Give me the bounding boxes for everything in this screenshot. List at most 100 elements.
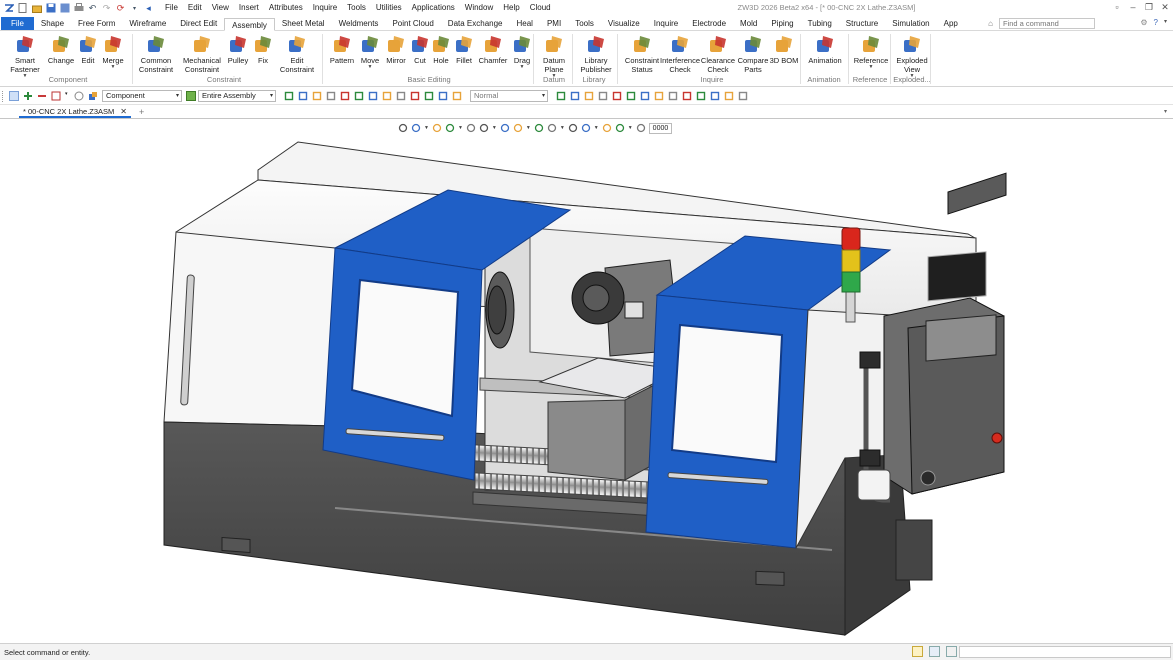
tab-inquire[interactable]: Inquire xyxy=(647,17,685,30)
datum-plane-button[interactable]: Datum Plane ▼ xyxy=(540,34,568,79)
tab-mold[interactable]: Mold xyxy=(733,17,764,30)
menu-edit[interactable]: Edit xyxy=(183,0,207,16)
mirror-button[interactable]: Mirror xyxy=(383,34,409,65)
select-all-icon[interactable] xyxy=(74,91,84,101)
menu-insert[interactable]: Insert xyxy=(234,0,264,16)
menu-window[interactable]: Window xyxy=(460,0,498,16)
layout-icon[interactable] xyxy=(912,646,923,657)
undo-icon[interactable]: ↶ xyxy=(87,3,98,14)
tab-pmi[interactable]: PMI xyxy=(540,17,568,30)
eye-icon[interactable] xyxy=(724,91,734,101)
home-icon[interactable]: ⌂ xyxy=(988,19,993,28)
edit-constraint-button[interactable]: Edit Constraint xyxy=(277,34,317,74)
exploded-view-button[interactable]: Exploded View ▼ xyxy=(895,34,929,79)
chevron-down-icon[interactable]: ▼ xyxy=(526,125,531,131)
new-file-icon[interactable] xyxy=(17,3,28,14)
display-mode-icon[interactable] xyxy=(568,123,578,133)
clearance-check-button[interactable]: Clearance Check xyxy=(701,34,735,74)
fillet-button[interactable]: Fillet xyxy=(453,34,475,65)
menu-utilities[interactable]: Utilities xyxy=(371,0,407,16)
tab-heal[interactable]: Heal xyxy=(510,17,540,30)
chevron-down-icon[interactable]: ▼ xyxy=(594,125,599,131)
align-icon[interactable] xyxy=(312,91,322,101)
command-input[interactable] xyxy=(959,646,1171,658)
tab-data-exchange[interactable]: Data Exchange xyxy=(441,17,510,30)
chamfer-button[interactable]: Chamfer xyxy=(477,34,509,65)
chevron-down-icon[interactable]: ▼ xyxy=(368,65,373,70)
tab-file[interactable]: File xyxy=(1,17,34,30)
tab-piping[interactable]: Piping xyxy=(764,17,800,30)
print-icon[interactable] xyxy=(73,3,84,14)
component-type-icon[interactable] xyxy=(88,91,98,101)
menu-help[interactable]: Help xyxy=(498,0,524,16)
view-box-icon[interactable] xyxy=(547,123,557,133)
spin-icon[interactable] xyxy=(584,91,594,101)
tab-direct-edit[interactable]: Direct Edit xyxy=(173,17,224,30)
menu-view[interactable]: View xyxy=(207,0,234,16)
library-publisher-button[interactable]: Library Publisher xyxy=(578,34,614,74)
filter-list-icon[interactable] xyxy=(51,91,61,101)
color-bar-icon[interactable] xyxy=(581,123,591,133)
line-icon[interactable] xyxy=(612,91,622,101)
add-tab-icon[interactable]: + xyxy=(139,106,144,118)
tab-shape[interactable]: Shape xyxy=(34,17,71,30)
tab-wireframe[interactable]: Wireframe xyxy=(122,17,173,30)
assembly-icon[interactable] xyxy=(410,91,420,101)
chevron-down-icon[interactable]: ▼ xyxy=(23,74,28,79)
back-arrow-icon[interactable]: ◂ xyxy=(143,3,154,14)
remove-filter-icon[interactable] xyxy=(37,91,47,101)
zoom-all-icon[interactable] xyxy=(534,123,544,133)
pan-icon[interactable] xyxy=(411,123,421,133)
pattern-button[interactable]: Pattern xyxy=(327,34,357,65)
help-icon[interactable]: ? xyxy=(1154,18,1158,27)
layer-view-icon[interactable] xyxy=(615,123,625,133)
view-filter-icon[interactable] xyxy=(382,91,392,101)
home-view-icon[interactable] xyxy=(398,123,408,133)
reference-button[interactable]: Reference ▼ xyxy=(853,34,889,70)
list-icon[interactable] xyxy=(946,646,957,657)
cnc-lathe-model[interactable] xyxy=(0,120,1173,643)
common-constraint-button[interactable]: Common Constraint xyxy=(136,34,176,74)
minimize-ribbon-icon[interactable]: ▫ xyxy=(1111,2,1123,13)
chevron-down-icon[interactable]: ▼ xyxy=(520,65,525,70)
app-logo-icon[interactable] xyxy=(3,3,14,14)
trim-icon[interactable] xyxy=(598,91,608,101)
fix-button[interactable]: Fix xyxy=(252,34,274,65)
chevron-down-icon[interactable]: ▼ xyxy=(458,125,463,131)
tab-app[interactable]: App xyxy=(937,17,965,30)
save-as-icon[interactable] xyxy=(59,3,70,14)
smart-fastener-button[interactable]: Smart Fastener ▼ xyxy=(6,34,44,79)
part-icon[interactable] xyxy=(396,91,406,101)
document-tab[interactable]: * 00-CNC 2X Lathe.Z3ASM ✕ xyxy=(19,106,131,118)
redo-icon[interactable]: ↷ xyxy=(101,3,112,14)
tab-electrode[interactable]: Electrode xyxy=(685,17,733,30)
chevron-down-icon[interactable]: ▼ xyxy=(560,125,565,131)
move-button[interactable]: Move ▼ xyxy=(359,34,381,70)
chevron-down-icon[interactable]: ▼ xyxy=(628,125,633,131)
snap-icon[interactable] xyxy=(326,91,336,101)
circle-alt-icon[interactable] xyxy=(654,91,664,101)
shaded-view-icon[interactable] xyxy=(445,123,455,133)
pick-filter-icon[interactable] xyxy=(513,123,523,133)
display-icon[interactable] xyxy=(929,646,940,657)
compare-parts-button[interactable]: Compare Parts xyxy=(737,34,769,74)
tab-point-cloud[interactable]: Point Cloud xyxy=(385,17,440,30)
light-bulb-icon[interactable] xyxy=(636,123,646,133)
background-icon[interactable] xyxy=(602,123,612,133)
chevron-down-icon[interactable]: ▼ xyxy=(424,125,429,131)
diagonal-icon[interactable] xyxy=(626,91,636,101)
query-icon[interactable] xyxy=(298,91,308,101)
hole-button[interactable]: Hole xyxy=(431,34,451,65)
tab-list-chevron-icon[interactable]: ▾ xyxy=(1164,108,1167,115)
tab-structure[interactable]: Structure xyxy=(839,17,885,30)
mode-combo[interactable]: Normal ▾ xyxy=(470,90,548,102)
tab-free-form[interactable]: Free Form xyxy=(71,17,122,30)
filter-combo[interactable]: Component ▾ xyxy=(102,90,182,102)
customize-caret-icon[interactable]: ▾ xyxy=(129,3,140,14)
menu-inquire[interactable]: Inquire xyxy=(308,0,342,16)
menu-tools[interactable]: Tools xyxy=(342,0,371,16)
chevron-down-icon[interactable]: ▼ xyxy=(111,65,116,70)
menu-attributes[interactable]: Attributes xyxy=(264,0,308,16)
arc-icon[interactable] xyxy=(696,91,706,101)
cursor-icon[interactable] xyxy=(556,91,566,101)
